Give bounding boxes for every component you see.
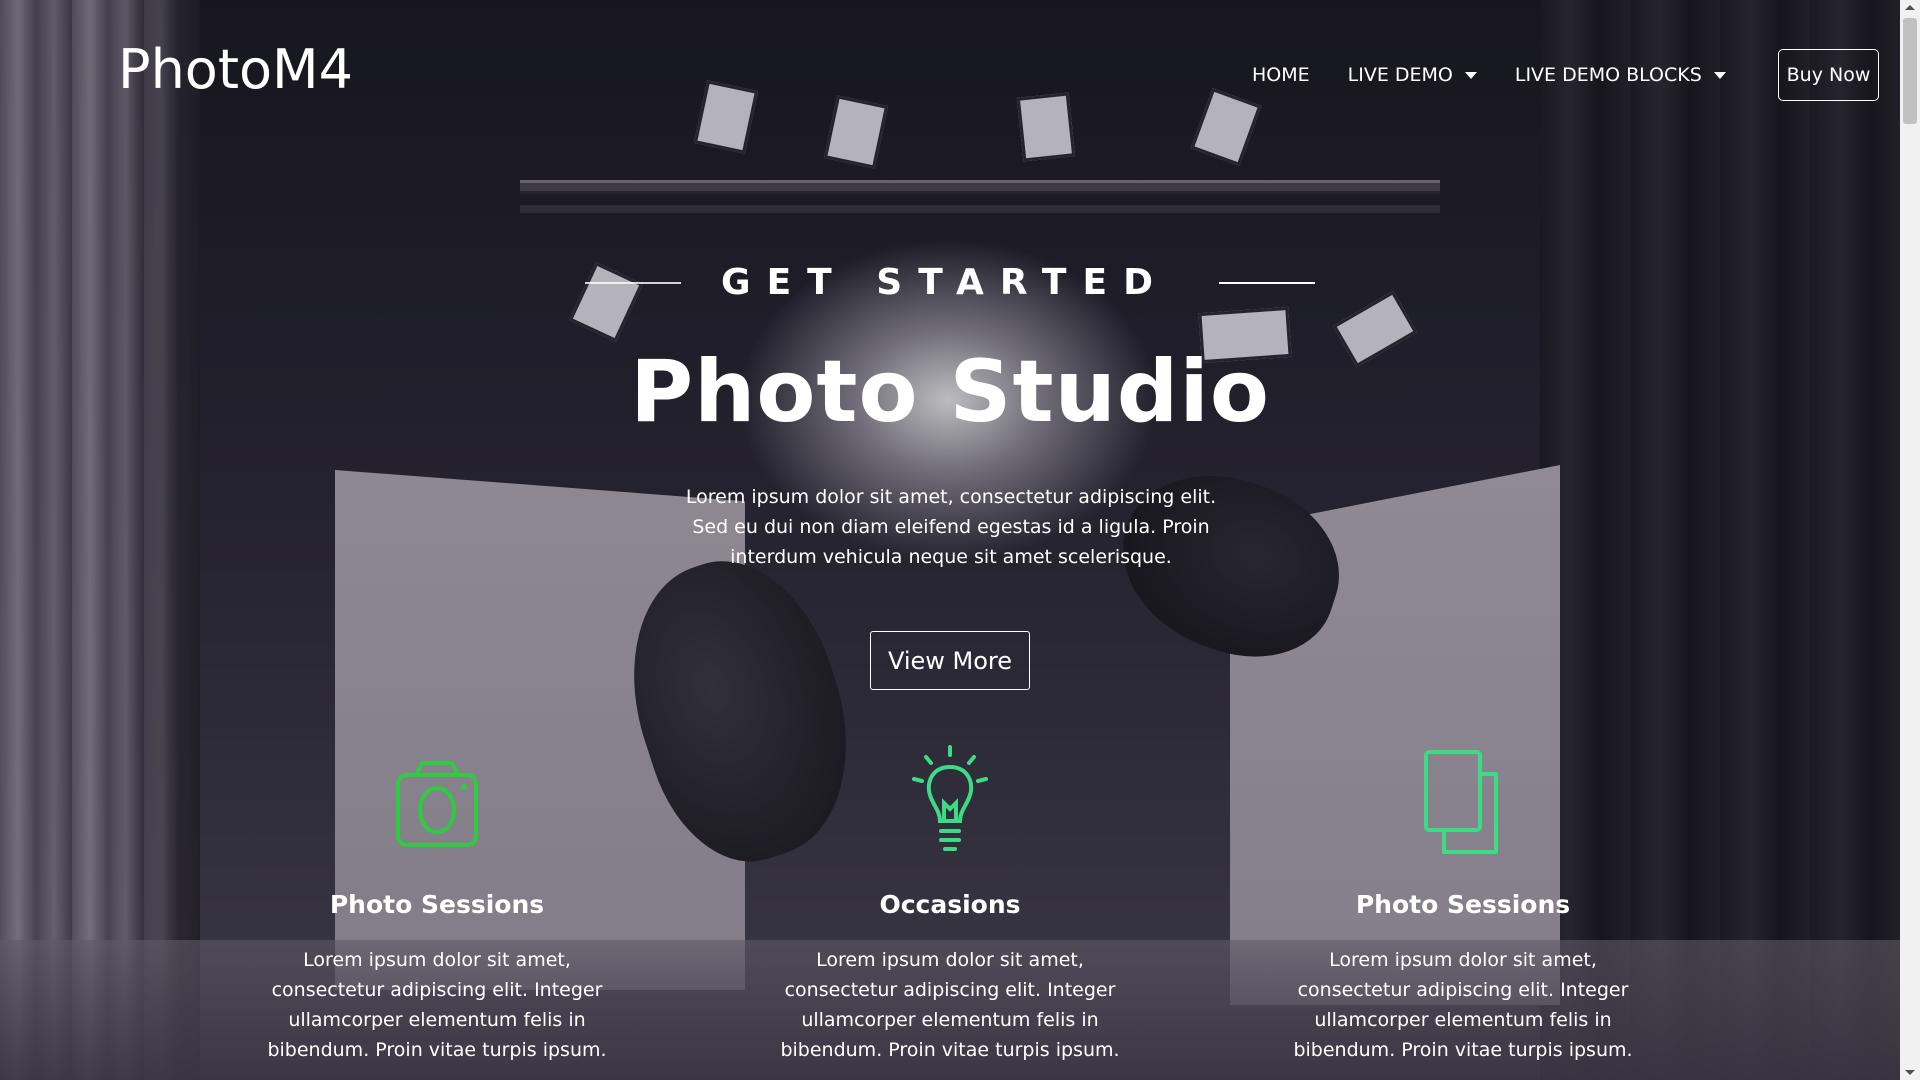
caret-down-icon — [1464, 71, 1477, 79]
scroll-up-icon[interactable] — [1905, 5, 1915, 10]
nav-item-live-demo[interactable]: LIVE DEMO — [1329, 64, 1496, 86]
hero-description: Lorem ipsum dolor sit amet, consectetur … — [685, 486, 1217, 568]
nav-item-label: HOME — [1252, 64, 1310, 86]
nav-item-label: LIVE DEMO BLOCKS — [1514, 64, 1702, 86]
hero-title: Photo Studio — [630, 342, 1270, 442]
camera-icon — [396, 760, 478, 847]
nav-menu: HOME LIVE DEMO LIVE DEMO BLOCKS — [1233, 64, 1745, 86]
feature-title: Photo Sessions — [329, 890, 545, 919]
brand-logo[interactable]: PhotoM4 — [118, 38, 353, 101]
feature-card: Photo Sessions Lorem ipsum dolor sit ame… — [237, 745, 637, 1065]
feature-card: Photo Sessions Lorem ipsum dolor sit ame… — [1263, 745, 1663, 1065]
feature-text: Lorem ipsum dolor sit amet, consectetur … — [267, 949, 607, 1061]
caret-down-icon — [1713, 71, 1726, 79]
hero-subtitle: GET STARTED — [721, 262, 1169, 303]
scroll-thumb[interactable] — [1903, 18, 1917, 124]
hero-subtitle-row: GET STARTED — [0, 262, 1900, 303]
nav-item-label: LIVE DEMO — [1347, 64, 1453, 86]
feature-title: Occasions — [879, 890, 1021, 919]
divider-line — [1218, 281, 1315, 284]
view-more-button[interactable]: View More — [870, 631, 1030, 690]
documents-icon — [1424, 749, 1498, 854]
nav-item-live-demo-blocks[interactable]: LIVE DEMO BLOCKS — [1496, 64, 1745, 86]
feature-text: Lorem ipsum dolor sit amet, consectetur … — [1293, 949, 1633, 1061]
page-scrollbar[interactable] — [1900, 0, 1920, 1080]
feature-text: Lorem ipsum dolor sit amet, consectetur … — [780, 949, 1120, 1061]
feature-card: Occasions Lorem ipsum dolor sit amet, co… — [750, 744, 1150, 1065]
scroll-down-icon[interactable] — [1905, 1070, 1915, 1075]
navbar: PhotoM4 HOME LIVE DEMO LIVE DEMO BLOCKS … — [0, 0, 1900, 150]
feature-title: Photo Sessions — [1355, 890, 1571, 919]
lightbulb-icon — [912, 744, 988, 851]
buy-now-button[interactable]: Buy Now — [1778, 49, 1879, 101]
nav-item-home[interactable]: HOME — [1233, 64, 1329, 86]
divider-line — [585, 281, 682, 284]
